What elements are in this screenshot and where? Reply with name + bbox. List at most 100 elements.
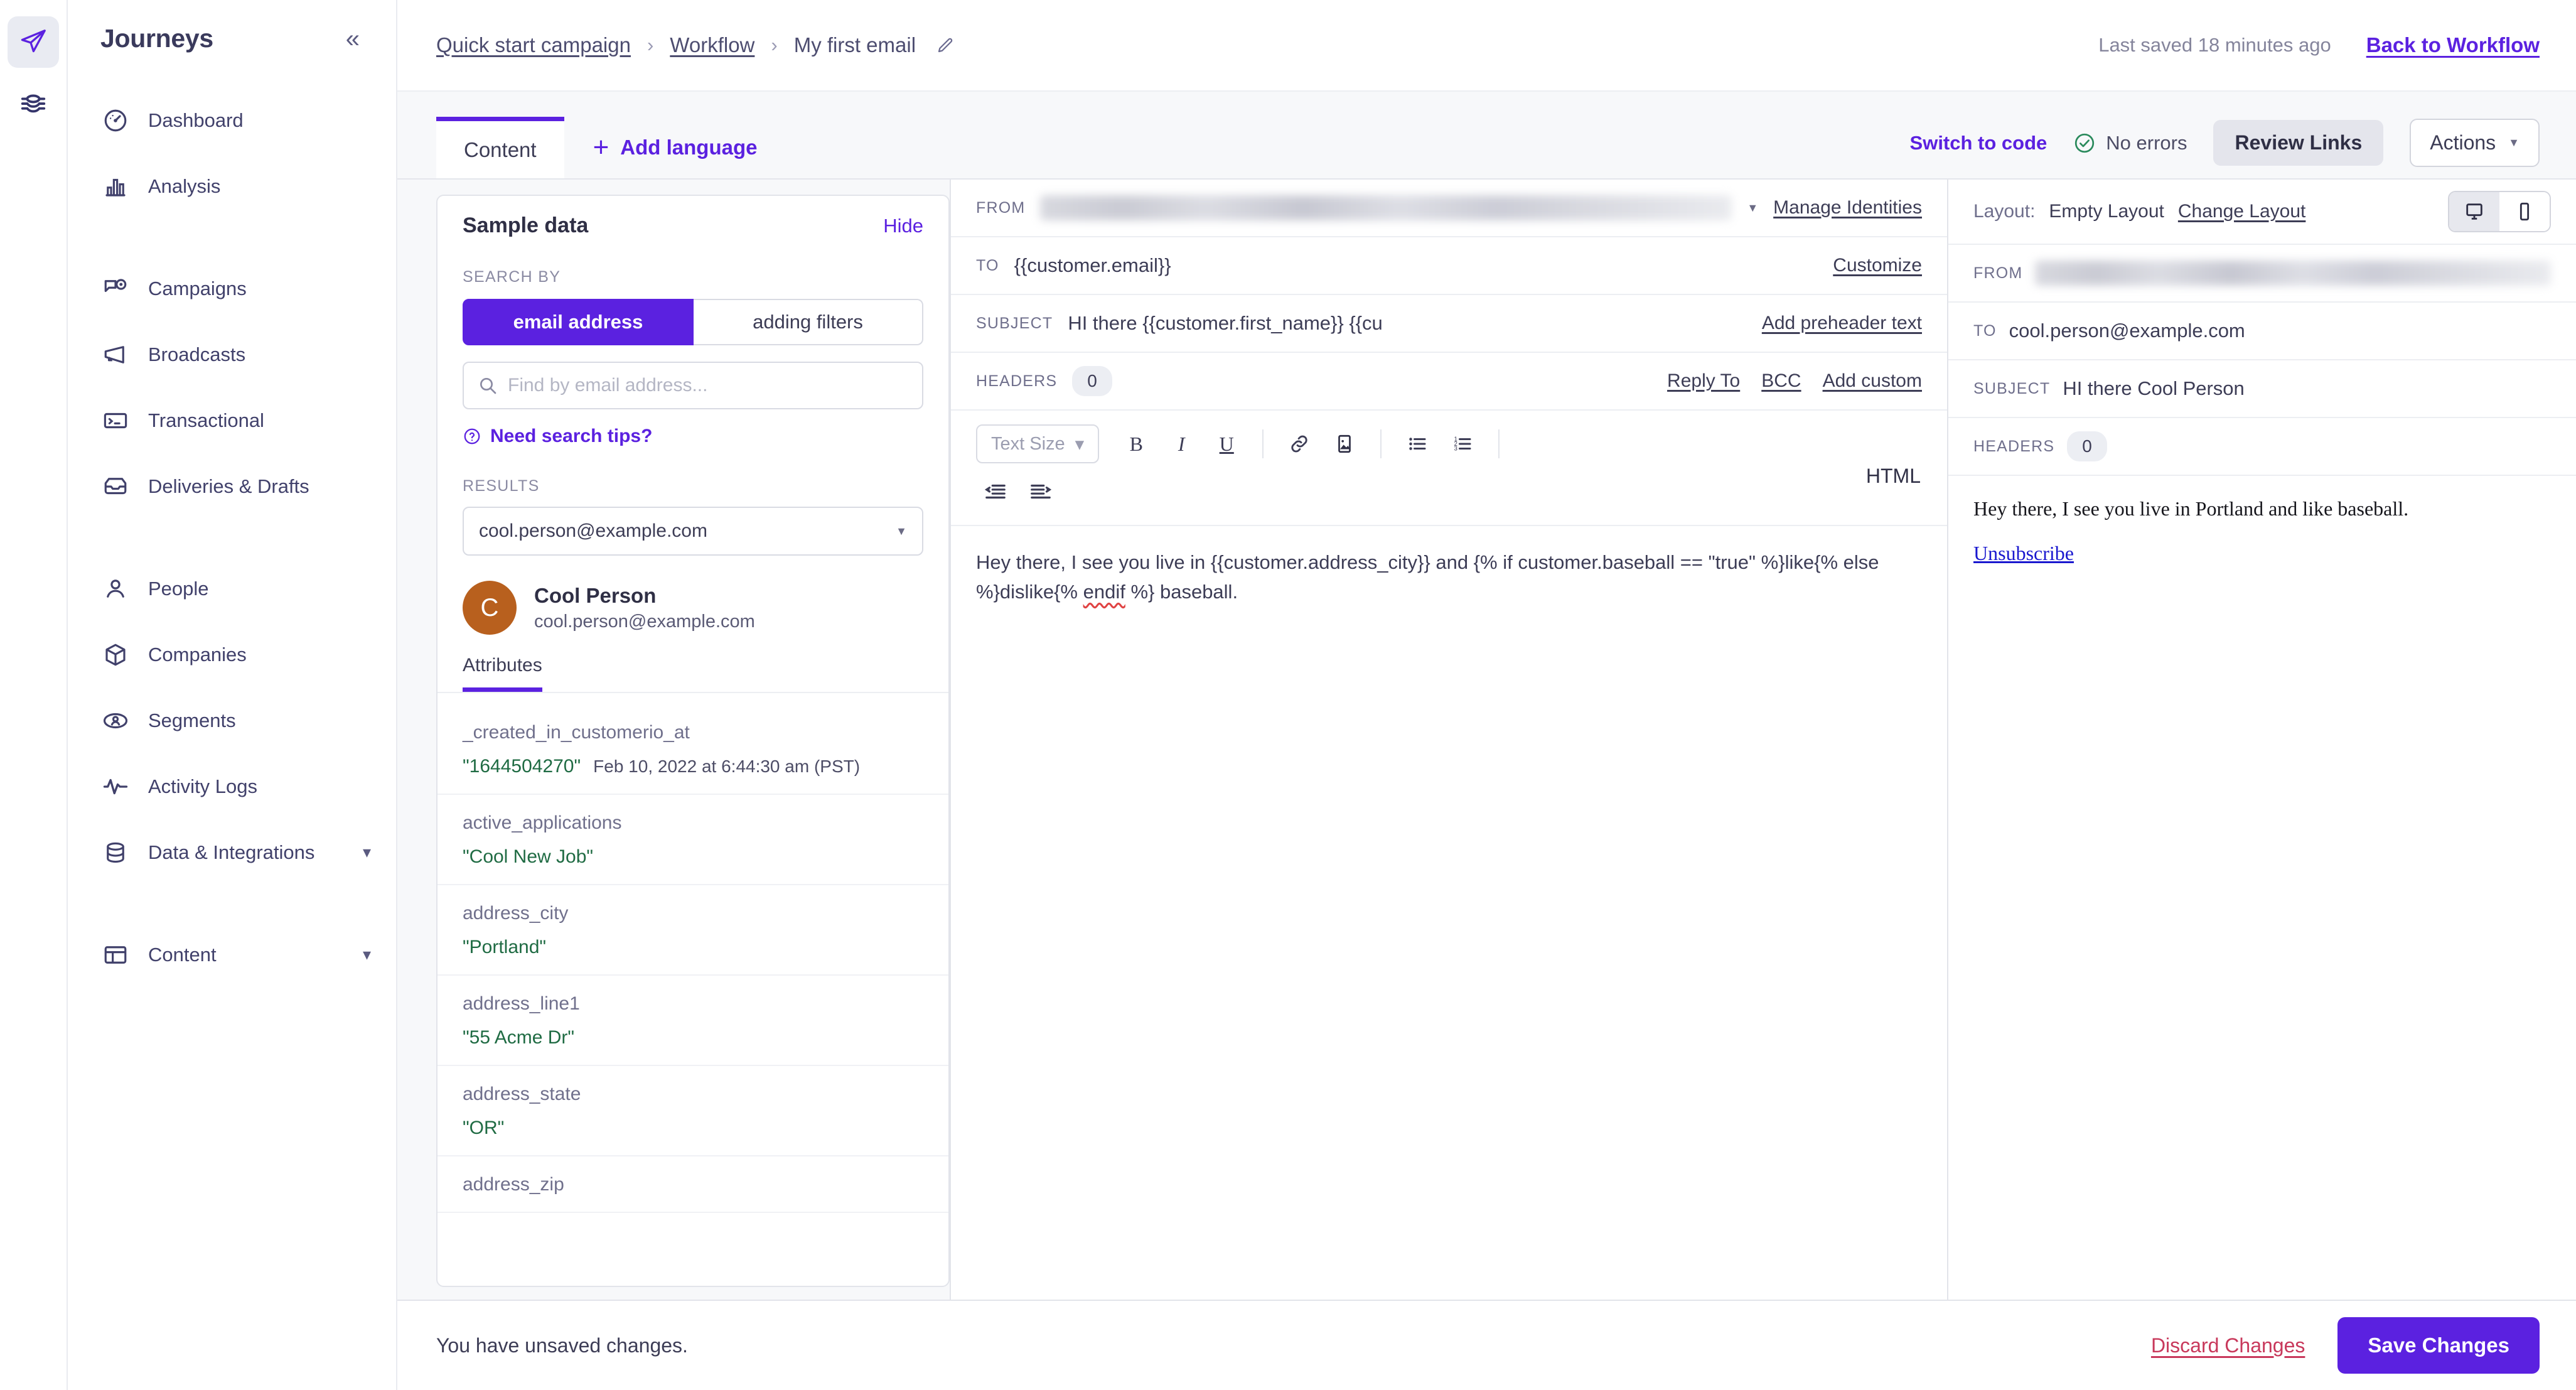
sidebar-item-activity-logs[interactable]: Activity Logs <box>68 753 396 819</box>
layers-icon <box>19 90 48 119</box>
change-layout-link[interactable]: Change Layout <box>2178 201 2306 222</box>
preview-column: Layout: Empty Layout Change Layout FROM … <box>1948 180 2576 1300</box>
from-value-redacted[interactable] <box>1040 195 1732 220</box>
journeys-rail-button[interactable] <box>8 16 59 68</box>
add-language-button[interactable]: + Add language <box>571 117 780 178</box>
sidebar-item-transactional[interactable]: Transactional <box>68 387 396 453</box>
review-links-button[interactable]: Review Links <box>2213 120 2384 166</box>
tab-attributes[interactable]: Attributes <box>463 655 542 692</box>
switch-to-code-link[interactable]: Switch to code <box>1910 132 2047 154</box>
search-tips-label: Need search tips? <box>490 426 653 446</box>
sidebar-item-label: Activity Logs <box>148 775 258 797</box>
reply-to-link[interactable]: Reply To <box>1667 370 1740 392</box>
breadcrumb-workflow[interactable]: Workflow <box>670 33 754 57</box>
customize-link[interactable]: Customize <box>1833 255 1922 276</box>
sidebar-item-campaigns[interactable]: Campaigns <box>68 256 396 321</box>
sidebar-group-content: Content ▾ <box>68 922 396 988</box>
preview-from-row: FROM <box>1948 245 2576 303</box>
subject-input[interactable]: HI there {{customer.first_name}} {{cu <box>1068 312 1747 335</box>
italic-icon[interactable]: I <box>1162 424 1201 463</box>
pencil-icon[interactable] <box>936 36 955 55</box>
search-input[interactable]: Find by email address... <box>463 362 923 409</box>
rich-text-tools-row-2 <box>976 472 1922 511</box>
sidebar-divider <box>68 885 396 922</box>
sidebar-item-broadcasts[interactable]: Broadcasts <box>68 321 396 387</box>
chevron-down-icon[interactable]: ▼ <box>1747 202 1758 215</box>
numbered-list-icon[interactable]: 1 2 3 <box>1443 424 1482 463</box>
actions-dropdown[interactable]: Actions ▼ <box>2410 119 2540 167</box>
sidebar-item-label: Segments <box>148 709 236 731</box>
hide-sample-data-link[interactable]: Hide <box>883 215 923 237</box>
sidebar-group-overview: Dashboard Analysis <box>68 87 396 219</box>
to-label: TO <box>976 256 999 274</box>
search-by-filters-button[interactable]: adding filters <box>694 299 923 345</box>
unsubscribe-link[interactable]: Unsubscribe <box>1973 542 2074 565</box>
sidebar-item-content[interactable]: Content ▾ <box>68 922 396 988</box>
content-toolbar: Content + Add language Switch to code No… <box>397 92 2576 180</box>
mobile-icon[interactable] <box>2499 192 2550 231</box>
to-value[interactable]: {{customer.email}} <box>1014 254 1818 277</box>
paper-plane-icon <box>19 28 48 57</box>
back-to-workflow-link[interactable]: Back to Workflow <box>2366 33 2540 57</box>
desktop-icon[interactable] <box>2449 192 2499 231</box>
question-circle-icon <box>463 427 481 446</box>
attribute-key: _created_in_customerio_at <box>463 722 690 743</box>
terminal-icon <box>100 406 131 436</box>
attribute-note: Feb 10, 2022 at 6:44:30 am (PST) <box>593 757 861 776</box>
bottom-action-bar: You have unsaved changes. Discard Change… <box>397 1300 2576 1390</box>
discard-changes-link[interactable]: Discard Changes <box>2151 1334 2305 1357</box>
chevron-double-left-icon[interactable]: « <box>346 26 360 51</box>
from-label: FROM <box>976 198 1026 217</box>
bold-icon[interactable]: B <box>1117 424 1156 463</box>
add-preheader-link[interactable]: Add preheader text <box>1762 313 1922 334</box>
preview-body-text: Hey there, I see you live in Portland an… <box>1973 497 2409 520</box>
link-icon[interactable] <box>1280 424 1319 463</box>
tab-content[interactable]: Content <box>436 117 564 178</box>
results-select[interactable]: cool.person@example.com ▼ <box>463 507 923 556</box>
breadcrumb-campaign[interactable]: Quick start campaign <box>436 33 631 57</box>
preview-to-value: cool.person@example.com <box>2009 320 2245 342</box>
sidebar-item-dashboard[interactable]: Dashboard <box>68 87 396 153</box>
attribute-value-line: "1644504270" Feb 10, 2022 at 6:44:30 am … <box>463 756 923 777</box>
sidebar-item-label: Transactional <box>148 409 264 431</box>
sidebar-item-companies[interactable]: Companies <box>68 622 396 687</box>
results-label: RESULTS <box>463 477 540 495</box>
sidebar-item-people[interactable]: People <box>68 556 396 622</box>
sidebar-header: Journeys « <box>68 0 396 53</box>
search-by-toggle: email address adding filters <box>463 299 923 345</box>
gauge-icon <box>100 105 131 136</box>
image-icon[interactable] <box>1325 424 1364 463</box>
html-mode-label[interactable]: HTML <box>1866 465 1921 488</box>
bullet-list-icon[interactable] <box>1398 424 1437 463</box>
data-rail-button[interactable] <box>8 79 59 131</box>
bcc-link[interactable]: BCC <box>1761 370 1801 392</box>
chevron-down-icon[interactable]: ▾ <box>363 945 371 964</box>
preview-to-label: TO <box>1973 321 1997 340</box>
attribute-value: "Cool New Job" <box>463 846 594 867</box>
attribute-key: active_applications <box>463 812 622 833</box>
search-by-email-button[interactable]: email address <box>463 299 694 345</box>
email-body-editor[interactable]: Hey there, I see you live in {{customer.… <box>951 526 1947 628</box>
text-size-dropdown[interactable]: Text Size ▾ <box>976 424 1100 463</box>
sidebar-item-data-integrations[interactable]: Data & Integrations ▾ <box>68 819 396 885</box>
search-tips-link[interactable]: Need search tips? <box>463 426 923 447</box>
outdent-icon[interactable] <box>976 472 1015 511</box>
attribute-key: address_city <box>463 903 569 924</box>
person-card: C Cool Person cool.person@example.com <box>437 556 948 635</box>
sidebar-item-analysis[interactable]: Analysis <box>68 153 396 219</box>
save-changes-button[interactable]: Save Changes <box>2337 1317 2540 1374</box>
attribute-key: address_state <box>463 1084 581 1104</box>
attribute-row: _created_in_customerio_at "1644504270" F… <box>437 693 948 795</box>
plus-icon: + <box>593 132 609 163</box>
add-custom-link[interactable]: Add custom <box>1823 370 1922 392</box>
underline-icon[interactable]: U <box>1207 424 1246 463</box>
manage-identities-link[interactable]: Manage Identities <box>1773 197 1922 218</box>
chevron-down-icon[interactable]: ▾ <box>363 843 371 862</box>
layout-icon <box>100 940 131 970</box>
avatar: C <box>463 581 517 635</box>
sidebar-item-deliveries-drafts[interactable]: Deliveries & Drafts <box>68 453 396 519</box>
sidebar-item-segments[interactable]: Segments <box>68 687 396 753</box>
indent-icon[interactable] <box>1021 472 1060 511</box>
email-body-part2: %} baseball. <box>1125 581 1238 603</box>
segment-icon <box>100 706 131 736</box>
